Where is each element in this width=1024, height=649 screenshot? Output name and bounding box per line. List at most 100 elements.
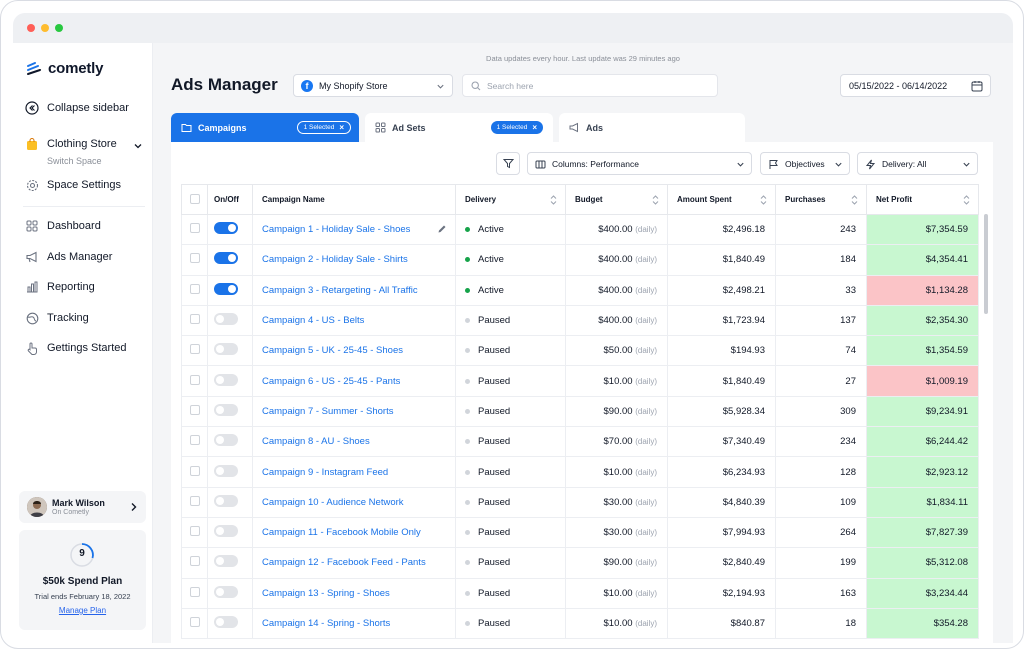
- space-settings-link[interactable]: Space Settings: [25, 178, 121, 192]
- manage-plan-link[interactable]: Manage Plan: [19, 606, 146, 615]
- campaign-toggle[interactable]: [214, 616, 238, 628]
- switch-space-label[interactable]: Switch Space: [47, 156, 102, 166]
- minimize-window-dot[interactable]: [41, 24, 49, 32]
- sidebar-item-ads-manager[interactable]: Ads Manager: [25, 250, 112, 264]
- close-window-dot[interactable]: [27, 24, 35, 32]
- selected-badge[interactable]: 1 Selected ×: [296, 121, 351, 134]
- row-checkbox[interactable]: [190, 374, 200, 385]
- close-icon[interactable]: ×: [339, 122, 344, 134]
- brand-logo[interactable]: cometly: [26, 60, 103, 77]
- campaign-toggle[interactable]: [214, 464, 238, 477]
- table-row[interactable]: Campaign 8 - AU - Shoes Paused $70.00 (dai…: [181, 426, 979, 458]
- row-checkbox[interactable]: [190, 253, 200, 264]
- row-checkbox[interactable]: [190, 404, 200, 415]
- user-profile-card[interactable]: Mark Wilson On Cometly: [19, 491, 146, 523]
- campaign-toggle[interactable]: [214, 525, 238, 538]
- tab-campaigns[interactable]: Campaigns 1 Selected ×: [171, 113, 359, 142]
- table-row[interactable]: Campaign 3 - Retargeting - All Traffic Ac…: [181, 274, 979, 306]
- table-row[interactable]: Campaign 9 - Instagram Feed Paused $10.00 …: [181, 456, 979, 488]
- campaign-toggle[interactable]: [214, 343, 238, 356]
- campaign-name-link[interactable]: Campaign 11 - Facebook Mobile Only: [262, 527, 421, 538]
- campaign-toggle[interactable]: [214, 434, 238, 447]
- header-budget[interactable]: Budget: [565, 184, 668, 215]
- row-checkbox[interactable]: [190, 344, 200, 355]
- table-row[interactable]: Campaign 12 - Facebook Feed - Pants Pause…: [181, 547, 979, 579]
- search-input[interactable]: [487, 79, 707, 93]
- campaign-name-link[interactable]: Campaign 1 - Holiday Sale - Shoes: [262, 224, 410, 235]
- header-amount-spent[interactable]: Amount Spent: [667, 184, 776, 215]
- maximize-window-dot[interactable]: [55, 24, 63, 32]
- header-delivery[interactable]: Delivery: [455, 184, 566, 215]
- campaign-toggle[interactable]: [214, 373, 238, 386]
- campaign-name-link[interactable]: Campaign 2 - Holiday Sale - Shirts: [262, 254, 408, 265]
- campaign-toggle[interactable]: [214, 555, 238, 568]
- amount-spent-cell: $5,928.34: [667, 395, 776, 428]
- filter-button[interactable]: [496, 152, 520, 175]
- store-select[interactable]: f My Shopify Store: [293, 74, 453, 97]
- edit-pencil-icon[interactable]: [437, 224, 447, 234]
- campaign-name-link[interactable]: Campaign 8 - AU - Shoes: [262, 436, 370, 447]
- campaign-name-link[interactable]: Campaign 12 - Facebook Feed - Pants: [262, 557, 426, 568]
- close-icon[interactable]: ×: [532, 122, 537, 134]
- row-checkbox[interactable]: [190, 495, 200, 506]
- header-campaign-name[interactable]: Campaign Name: [252, 184, 456, 215]
- campaign-toggle[interactable]: [214, 252, 238, 265]
- table-row[interactable]: Campaign 1 - Holiday Sale - Shoes Active $…: [181, 213, 979, 246]
- campaign-name-link[interactable]: Campaign 7 - Summer - Shorts: [262, 406, 393, 417]
- row-checkbox[interactable]: [190, 465, 200, 476]
- sidebar-item-getting-started[interactable]: Gettings Started: [25, 341, 127, 355]
- select-all-checkbox[interactable]: [190, 193, 200, 204]
- sidebar-item-dashboard[interactable]: Dashboard: [25, 219, 101, 233]
- campaign-name-link[interactable]: Campaign 14 - Spring - Shorts: [262, 618, 390, 629]
- header-net-profit[interactable]: Net Profit: [866, 184, 979, 215]
- row-checkbox[interactable]: [190, 586, 200, 597]
- search-box[interactable]: [462, 74, 718, 97]
- table-row[interactable]: Campaign 7 - Summer - Shorts Paused $90.00…: [181, 395, 979, 428]
- campaign-name-link[interactable]: Campaign 6 - US - 25-45 - Pants: [262, 376, 400, 387]
- space-selector[interactable]: Clothing Store: [25, 137, 117, 151]
- amount-spent-cell: $1,840.49: [667, 365, 776, 397]
- columns-dropdown[interactable]: Columns: Performance: [527, 152, 752, 175]
- campaign-name-link[interactable]: Campaign 4 - US - Belts: [262, 315, 364, 326]
- table-scrollbar[interactable]: [984, 214, 988, 314]
- header-purchases[interactable]: Purchases: [775, 184, 867, 215]
- campaign-toggle[interactable]: [214, 222, 238, 235]
- campaign-name-link[interactable]: Campaign 3 - Retargeting - All Traffic: [262, 285, 418, 296]
- row-checkbox[interactable]: [190, 283, 200, 294]
- chevron-down-icon[interactable]: [133, 141, 143, 151]
- delivery-dropdown[interactable]: Delivery: All: [857, 152, 978, 175]
- sidebar-item-reporting[interactable]: Reporting: [25, 280, 95, 294]
- campaign-name-link[interactable]: Campaign 10 - Audience Network: [262, 497, 404, 508]
- row-checkbox[interactable]: [190, 435, 200, 446]
- campaign-toggle[interactable]: [214, 494, 238, 507]
- row-checkbox[interactable]: [190, 556, 200, 567]
- table-row[interactable]: Campaign 6 - US - 25-45 - Pants Paused $10…: [181, 365, 979, 397]
- table-row[interactable]: Campaign 10 - Audience Network Paused $30.…: [181, 486, 979, 518]
- campaign-toggle[interactable]: [214, 282, 238, 295]
- amount-spent-cell: $194.93: [667, 335, 776, 367]
- campaign-name-link[interactable]: Campaign 9 - Instagram Feed: [262, 467, 388, 478]
- campaign-toggle[interactable]: [214, 585, 238, 598]
- table-row[interactable]: Campaign 13 - Spring - Shoes Paused $10.00…: [181, 577, 979, 609]
- selected-badge[interactable]: 1 Selected ×: [490, 121, 543, 134]
- table-row[interactable]: Campaign 2 - Holiday Sale - Shirts Active…: [181, 244, 979, 276]
- table-row[interactable]: Campaign 4 - US - Belts Paused $400.00 (da…: [181, 304, 979, 337]
- campaign-toggle[interactable]: [214, 313, 238, 326]
- table-row[interactable]: Campaign 14 - Spring - Shorts Paused $10.0…: [181, 607, 979, 640]
- collapse-sidebar-button[interactable]: Collapse sidebar: [25, 101, 129, 115]
- tab-ad-sets[interactable]: Ad Sets 1 Selected ×: [365, 113, 553, 142]
- sidebar-item-tracking[interactable]: Tracking: [25, 311, 89, 325]
- date-range-picker[interactable]: 05/15/2022 - 06/14/2022: [840, 74, 991, 97]
- row-checkbox[interactable]: [190, 617, 200, 627]
- table-row[interactable]: Campaign 11 - Facebook Mobile Only Paused…: [181, 516, 979, 549]
- campaign-toggle[interactable]: [214, 403, 238, 416]
- row-checkbox[interactable]: [190, 314, 200, 325]
- row-checkbox[interactable]: [190, 223, 200, 234]
- collapse-sidebar-label: Collapse sidebar: [47, 102, 129, 114]
- tab-ads[interactable]: Ads: [559, 113, 745, 142]
- campaign-name-link[interactable]: Campaign 5 - UK - 25-45 - Shoes: [262, 345, 403, 356]
- objectives-dropdown[interactable]: Objectives: [760, 152, 850, 175]
- campaign-name-link[interactable]: Campaign 13 - Spring - Shoes: [262, 588, 390, 599]
- row-checkbox[interactable]: [190, 526, 200, 537]
- table-row[interactable]: Campaign 5 - UK - 25-45 - Shoes Paused $50…: [181, 335, 979, 367]
